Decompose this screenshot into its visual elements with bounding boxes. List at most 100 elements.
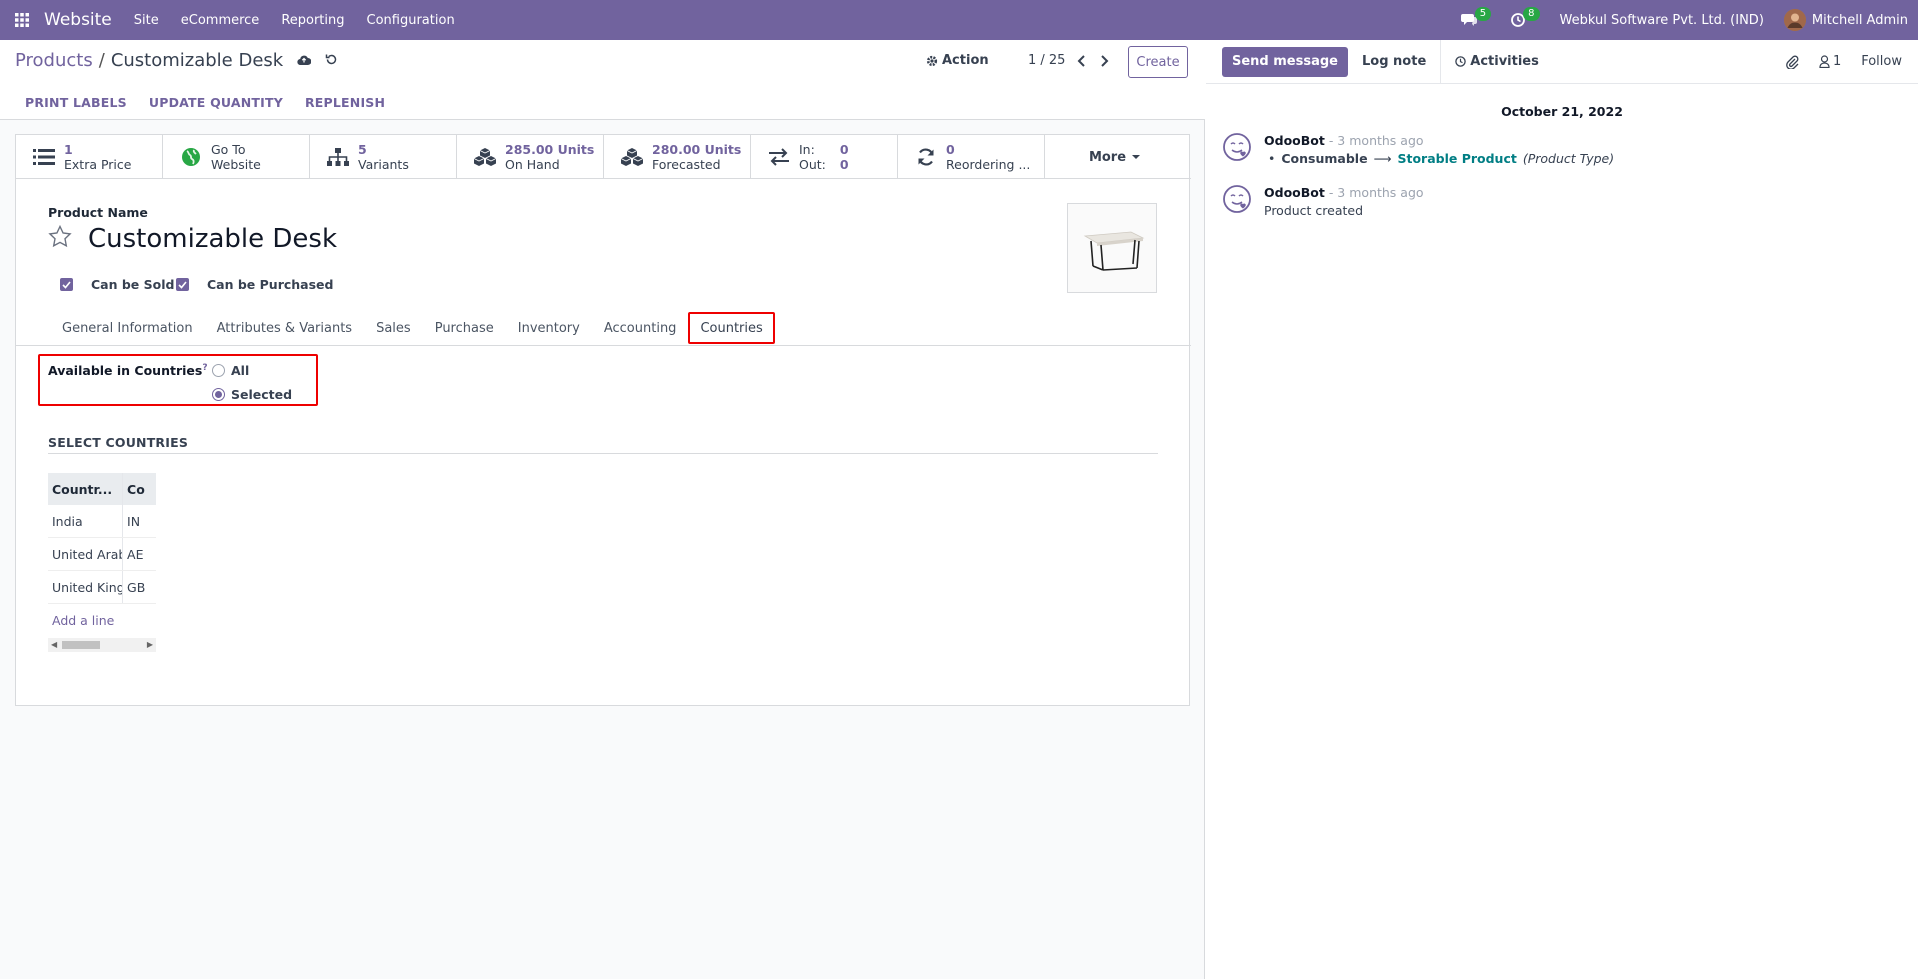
tab-inventory[interactable]: Inventory [506,312,592,344]
followers-count: 1 [1832,54,1842,69]
reordering-label: Reordering ... [946,157,1031,172]
product-image[interactable] [1067,203,1157,293]
discard-undo-icon[interactable] [325,50,338,71]
tab-attributes-variants[interactable]: Attributes & Variants [205,312,364,344]
gear-icon [926,55,938,66]
print-labels-button[interactable]: PRINT LABELS [25,95,127,110]
tracking-new-value: Storable Product [1397,151,1517,166]
sitemap-icon [326,145,350,169]
activities-badge: 8 [1523,7,1540,21]
can-be-sold-label: Can be Sold [91,277,175,292]
globe-icon [179,145,203,169]
more-label: More [1088,149,1127,165]
action-label: Action [942,53,989,68]
add-a-line-link[interactable]: Add a line [48,604,156,636]
activities-button[interactable]: Activities [1441,40,1553,84]
pager-value[interactable]: 1 / 25 [1028,53,1065,68]
menu-configuration[interactable]: Configuration [367,13,455,28]
radio-selected-label: Selected [231,387,293,402]
product-name-label: Product Name [48,205,148,220]
cell-code: GB [127,579,146,595]
favorite-star-icon[interactable] [48,224,72,252]
create-button[interactable]: Create [1128,46,1188,78]
followers-button[interactable]: 1 [1819,54,1841,69]
in-out-button[interactable]: In: 0 Out: 0 [751,135,898,179]
control-panel: Products / Customizable Desk Action 1 / … [0,40,1205,120]
message-author[interactable]: OdooBot [1264,185,1325,200]
refresh-icon [914,145,938,169]
variants-button[interactable]: 5 Variants [310,135,457,179]
help-tooltip-icon[interactable]: ? [202,363,207,373]
scroll-right-icon[interactable]: ▶ [147,640,153,649]
tab-purchase[interactable]: Purchase [423,312,506,344]
tab-accounting[interactable]: Accounting [592,312,689,344]
radio-all[interactable]: All [212,363,249,378]
product-name-field[interactable]: Customizable Desk [88,224,337,254]
apps-menu-icon[interactable] [0,0,44,40]
odoobot-avatar[interactable] [1222,132,1252,162]
menu-reporting[interactable]: Reporting [281,13,344,28]
scrollbar-thumb[interactable] [62,641,100,649]
can-be-sold-checkbox[interactable]: Can be Sold [60,277,174,292]
app-name[interactable]: Website [44,10,112,30]
table-row[interactable]: United Arab... AE [48,538,156,571]
breadcrumb: Products / Customizable Desk [15,50,338,71]
cubes-icon [473,145,497,169]
tab-sales[interactable]: Sales [364,312,423,344]
go-to-website-button[interactable]: Go To Website [163,135,310,179]
radio-circle [212,364,225,377]
radio-selected[interactable]: Selected [212,387,292,402]
pager-next-icon[interactable] [1099,54,1109,67]
message-date: - 3 months ago [1328,185,1424,200]
in-label: In: [799,142,815,157]
menu-site[interactable]: Site [134,13,159,28]
message-date: - 3 months ago [1328,133,1424,148]
notebook-tabs: General Information Attributes & Variant… [16,311,1191,346]
scroll-left-icon[interactable]: ◀ [51,640,57,649]
company-switcher[interactable]: Webkul Software Pvt. Ltd. (IND) [1560,13,1764,28]
checkmark-icon [176,278,189,291]
date-separator: October 21, 2022 [1501,104,1623,119]
user-avatar[interactable] [1783,9,1806,31]
save-cloud-icon[interactable] [297,50,312,71]
reordering-button[interactable]: 0 Reordering ... [898,135,1045,179]
table-row[interactable]: United King... GB [48,571,156,604]
can-be-purchased-checkbox[interactable]: Can be Purchased [176,277,333,292]
messaging-menu[interactable]: 5 [1460,7,1492,27]
replenish-button[interactable]: REPLENISH [305,95,385,110]
cell-country: India [48,505,124,537]
paperclip-icon[interactable] [1785,55,1799,69]
column-code[interactable]: Co [123,482,156,497]
menu-ecommerce[interactable]: eCommerce [181,13,260,28]
log-note-button[interactable]: Log note [1348,39,1442,84]
table-row[interactable]: India IN [48,505,156,538]
table-header: Countr... Co [48,473,156,505]
user-icon [1819,55,1830,68]
update-quantity-button[interactable]: UPDATE QUANTITY [149,95,283,110]
on-hand-label: On Hand [505,157,560,172]
smart-buttons: 1 Extra Price Go To Website 5 Variants 2… [16,135,1191,179]
form-sheet: 1 Extra Price Go To Website 5 Variants 2… [15,134,1191,706]
tab-countries[interactable]: Countries [688,312,775,344]
form-area: Products / Customizable Desk Action 1 / … [0,40,1205,979]
variants-label: Variants [358,157,409,172]
extra-price-button[interactable]: 1 Extra Price [16,135,163,179]
send-message-button[interactable]: Send message [1222,46,1348,77]
tab-general-information[interactable]: General Information [50,312,205,344]
more-button[interactable]: More [1045,135,1185,179]
odoobot-avatar[interactable] [1222,184,1252,214]
breadcrumb-products[interactable]: Products [15,50,93,71]
forecasted-button[interactable]: 280.00 Units Forecasted [604,135,751,179]
chatter-message: OdooBot - 3 months ago • Consumable ⟶ St… [1222,132,1614,168]
column-country[interactable]: Countr... [48,473,124,505]
cell-country: United King... [48,571,124,603]
action-menu[interactable]: Action [926,53,989,68]
activity-menu[interactable]: 8 [1511,7,1540,27]
follow-button[interactable]: Follow [1861,54,1902,69]
message-author[interactable]: OdooBot [1264,133,1325,148]
user-menu[interactable]: Mitchell Admin [1812,13,1908,28]
horizontal-scrollbar[interactable]: ◀ ▶ [48,638,156,652]
on-hand-button[interactable]: 285.00 Units On Hand [457,135,604,179]
forecasted-label: Forecasted [652,157,721,172]
pager-previous-icon[interactable] [1077,54,1087,67]
